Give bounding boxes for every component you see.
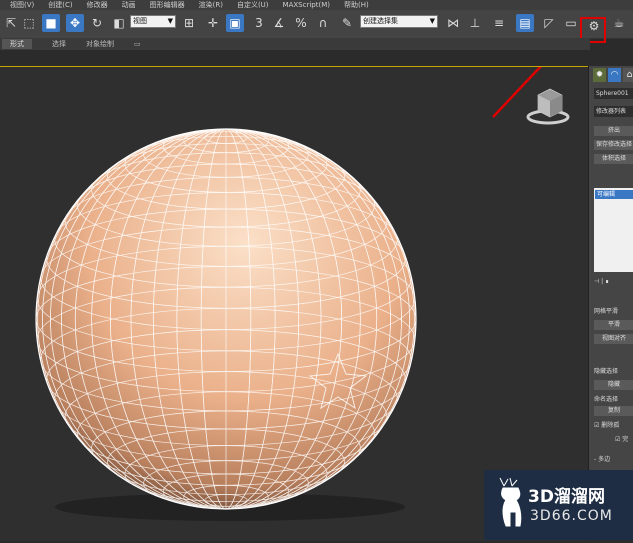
schematic-view-icon[interactable]: ▭ xyxy=(562,14,580,32)
extrude-button[interactable]: 挤出 xyxy=(594,126,633,136)
curve-editor-icon[interactable]: ◸ xyxy=(540,14,558,32)
rollout-mesh-smooth[interactable]: 网格平滑 xyxy=(594,306,633,315)
view-dropdown-value: 视图 xyxy=(133,17,147,25)
ribbon-toggle-icon[interactable]: ▭ xyxy=(134,40,141,48)
spinner-snap-icon[interactable]: ∩ xyxy=(314,14,332,32)
copy-button[interactable]: 复制 xyxy=(594,406,633,416)
percent-snap-icon[interactable]: % xyxy=(292,14,310,32)
rollout-polygon[interactable]: - 多边 xyxy=(594,454,633,463)
pointer-arrow xyxy=(492,28,577,118)
menu-animation[interactable]: 动画 xyxy=(122,0,136,10)
modifier-stack[interactable]: 可编辑 xyxy=(594,188,633,272)
select-manipulate-icon[interactable]: ▣ xyxy=(226,14,244,32)
watermark: 3D溜溜网 3D66.COM xyxy=(484,470,633,540)
layer-manager-icon[interactable]: ≡ xyxy=(490,14,508,32)
view-dropdown[interactable]: 视图 ▼ xyxy=(130,15,176,28)
modify-tab-icon[interactable]: ◠ xyxy=(608,68,621,82)
full-interactivity-checkbox[interactable]: ☑ 完 xyxy=(615,434,633,443)
ribbon-tab-modeling[interactable]: 形式 xyxy=(2,39,32,49)
select-icon[interactable]: ⇱ xyxy=(2,14,20,32)
ribbon-bar: 形式 选择 对象绘制 ▭ xyxy=(0,38,590,50)
menu-customize[interactable]: 自定义(U) xyxy=(237,0,269,10)
selection-set-value: 创建选择集 xyxy=(363,17,398,25)
snap-3-label: 3 xyxy=(255,16,263,30)
delete-isolated-checkbox[interactable]: ☑ 删除孤 xyxy=(594,420,633,429)
align-icon[interactable]: ⊥ xyxy=(466,14,484,32)
select-object-icon[interactable]: ■ xyxy=(42,14,60,32)
snap-icon[interactable]: 3 xyxy=(250,14,268,32)
stack-item-editable[interactable]: 可编辑 xyxy=(595,190,633,199)
render-setup-icon[interactable]: ☕ xyxy=(610,14,628,32)
ribbon-tab-object-paint[interactable]: 对象绘制 xyxy=(86,39,114,49)
create-tab-icon[interactable]: ✹ xyxy=(593,68,606,82)
menu-create[interactable]: 创建(C) xyxy=(48,0,72,10)
object-name-field[interactable]: Sphere001 xyxy=(594,88,633,99)
chevron-down-icon: ▼ xyxy=(429,17,435,25)
hierarchy-tab-icon[interactable]: ⌂ xyxy=(623,68,633,82)
main-toolbar: ⇱ ⬚ ■ ✥ ↻ ◧ 视图 ▼ ⊞ ✛ ▣ 3 ∡ % ∩ ✎ 创建选择集 ▼… xyxy=(0,10,633,43)
rollout-hide-selection[interactable]: 隐藏选择 xyxy=(594,366,633,375)
chevron-down-icon: ▼ xyxy=(167,17,173,25)
menu-view[interactable]: 视图(V) xyxy=(10,0,34,10)
selection-set-dropdown[interactable]: 创建选择集 ▼ xyxy=(360,15,438,28)
menu-graph-editors[interactable]: 图形编辑器 xyxy=(150,0,185,10)
hide-button[interactable]: 隐藏 xyxy=(594,380,633,390)
smooth-button[interactable]: 平滑 xyxy=(594,320,633,330)
angle-snap-icon[interactable]: ∡ xyxy=(270,14,288,32)
volume-select-button[interactable]: 体积选择 xyxy=(594,154,633,164)
full-interactivity-label: 完 xyxy=(622,436,629,443)
deer-logo-icon xyxy=(499,477,522,527)
watermark-domain: 3D66.COM xyxy=(530,508,613,524)
move-icon[interactable]: ✥ xyxy=(66,14,84,32)
menu-bar: 视图(V) 创建(C) 修改器 动画 图形编辑器 渲染(R) 自定义(U) MA… xyxy=(0,0,633,10)
menu-help[interactable]: 帮助(H) xyxy=(344,0,369,10)
menu-maxscript[interactable]: MAXScript(M) xyxy=(283,1,330,9)
ribbon-tab-selection[interactable]: 选择 xyxy=(52,39,66,49)
named-selection-label: 命名选择 xyxy=(594,396,619,403)
percent-label: % xyxy=(295,16,307,30)
edit-named-selection-icon[interactable]: ✎ xyxy=(338,14,356,32)
soft-selection-button[interactable]: 保存修改选择 xyxy=(594,140,633,150)
viewcube-icon[interactable] xyxy=(526,88,570,125)
watermark-title: 3D溜溜网 xyxy=(528,487,605,507)
mirror-icon[interactable]: ⋈ xyxy=(444,14,462,32)
pivot-icon[interactable]: ⊞ xyxy=(180,14,198,32)
view-align-button[interactable]: 视图对齐 xyxy=(594,334,633,344)
menu-rendering[interactable]: 渲染(R) xyxy=(199,0,223,10)
transform-center-icon[interactable]: ✛ xyxy=(204,14,222,32)
modifier-list-dropdown[interactable]: 修改器列表 xyxy=(594,106,633,117)
scale-icon[interactable]: ◧ xyxy=(110,14,128,32)
command-panel: ✹ ◠ ⌂ Sphere001 修改器列表 挤出 保存修改选择 体积选择 可编辑… xyxy=(588,66,633,540)
scene-explorer-icon[interactable]: ▤ xyxy=(516,14,534,32)
region-select-icon[interactable]: ⬚ xyxy=(20,14,38,32)
stack-tools-icons[interactable]: ⊣ | ∎ xyxy=(594,278,633,285)
delete-isolated-label: 删除孤 xyxy=(601,422,620,429)
polygon-label: 多边 xyxy=(598,456,611,463)
rotate-icon[interactable]: ↻ xyxy=(88,14,106,32)
menu-modifiers[interactable]: 修改器 xyxy=(87,0,108,10)
